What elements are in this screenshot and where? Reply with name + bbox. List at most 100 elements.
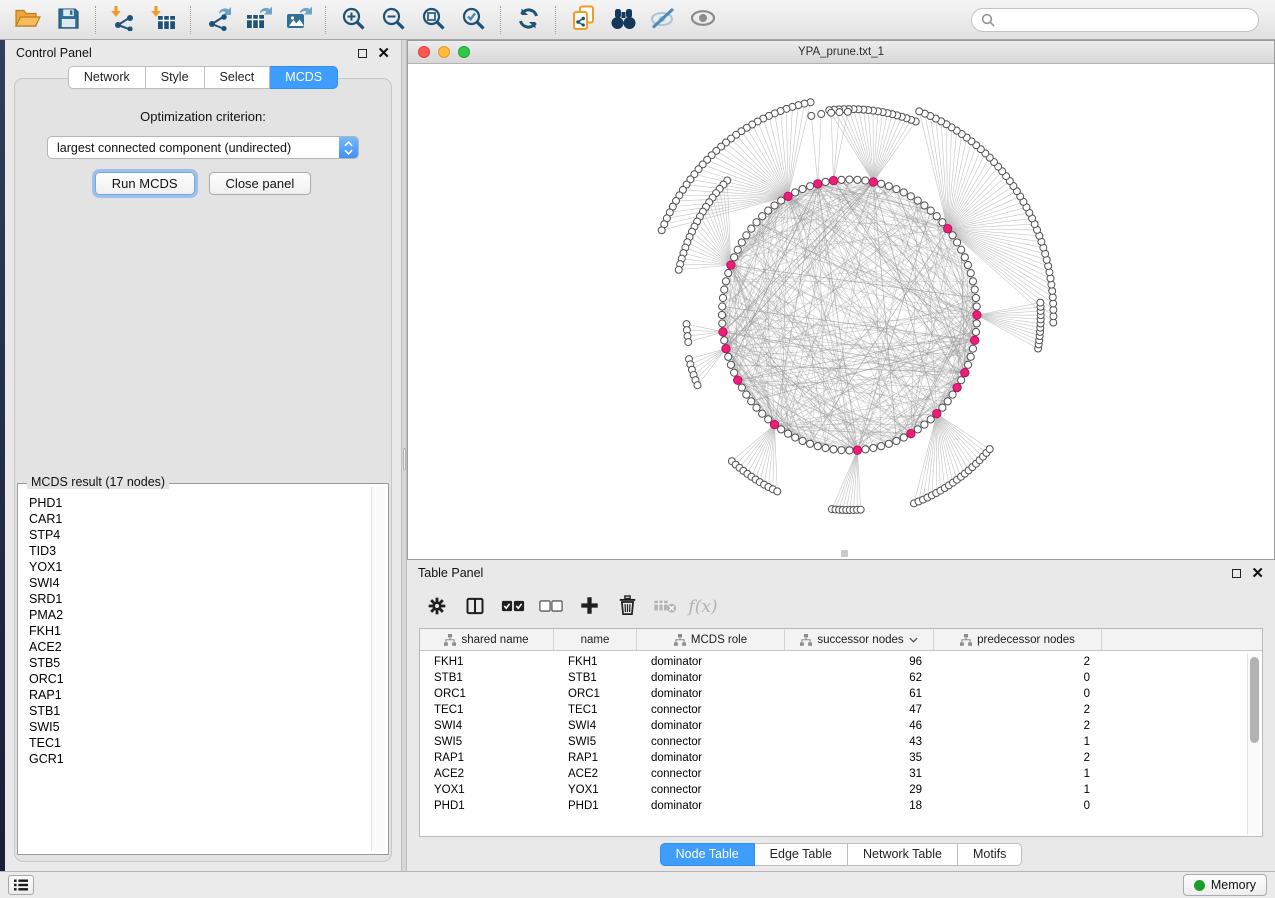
network-node[interactable] (748, 398, 755, 405)
network-node[interactable] (846, 176, 853, 183)
network-node[interactable] (893, 437, 900, 444)
network-node[interactable] (719, 320, 726, 327)
mcds-list-item[interactable]: STP4 (29, 527, 363, 543)
mcds-list-item[interactable]: STB5 (29, 655, 363, 671)
refresh-button[interactable] (508, 4, 548, 36)
network-node[interactable] (914, 426, 921, 433)
close-panel-button[interactable]: Close panel (209, 172, 312, 195)
mcds-hub-node[interactable] (973, 311, 981, 319)
zoom-out-button[interactable] (373, 4, 413, 36)
network-node[interactable] (725, 353, 732, 360)
network-node[interactable] (862, 177, 869, 184)
float-table-panel-icon[interactable] (1232, 569, 1241, 578)
table-row[interactable]: STB1STB1dominator620 (420, 670, 1262, 686)
network-node[interactable] (753, 219, 760, 226)
tab-select[interactable]: Select (205, 66, 271, 89)
network-node[interactable] (725, 270, 732, 277)
network-node[interactable] (846, 447, 853, 454)
network-node[interactable] (658, 227, 665, 234)
network-node[interactable] (933, 213, 940, 220)
network-node[interactable] (921, 202, 928, 209)
network-node[interactable] (964, 262, 971, 269)
network-node[interactable] (722, 278, 729, 285)
network-node[interactable] (748, 225, 755, 232)
network-node[interactable] (759, 213, 766, 220)
network-graph[interactable] (408, 64, 1274, 559)
network-node[interactable] (949, 391, 956, 398)
mcds-list-item[interactable]: CAR1 (29, 511, 363, 527)
network-node[interactable] (1037, 299, 1044, 306)
mcds-hub-node[interactable] (953, 383, 961, 391)
network-node[interactable] (972, 328, 979, 335)
mcds-hub-node[interactable] (719, 328, 727, 336)
tab-network-table[interactable]: Network Table (848, 843, 958, 866)
network-node[interactable] (765, 207, 772, 214)
network-node[interactable] (719, 303, 726, 310)
toggle-columns-button[interactable] (459, 592, 491, 622)
network-node[interactable] (822, 444, 829, 451)
criterion-select[interactable]: largest connected component (undirected) (47, 136, 359, 159)
network-node[interactable] (914, 197, 921, 204)
network-node[interactable] (738, 384, 745, 391)
column-header-successor-nodes[interactable]: successor nodes (785, 629, 934, 650)
mcds-hub-node[interactable] (944, 224, 952, 232)
hide-selected-button[interactable] (643, 4, 683, 36)
export-table-button[interactable] (238, 4, 278, 36)
network-node[interactable] (814, 443, 821, 450)
column-header-shared-name[interactable]: shared name (420, 629, 554, 650)
mcds-hub-node[interactable] (829, 176, 837, 184)
tab-edge-table[interactable]: Edge Table (755, 843, 848, 866)
mcds-list-item[interactable]: SRD1 (29, 591, 363, 607)
network-node[interactable] (727, 361, 734, 368)
network-node[interactable] (799, 185, 806, 192)
tab-node-table[interactable]: Node Table (660, 843, 755, 866)
column-header-name[interactable]: name (554, 629, 637, 650)
network-node[interactable] (958, 377, 965, 384)
network-node[interactable] (731, 369, 738, 376)
network-node[interactable] (753, 404, 760, 411)
network-node[interactable] (828, 109, 835, 116)
mcds-hub-node[interactable] (770, 420, 778, 428)
export-network-button[interactable] (198, 4, 238, 36)
column-header-predecessor-nodes[interactable]: predecessor nodes (934, 629, 1102, 650)
network-node[interactable] (806, 183, 813, 190)
table-scrollbar-thumb[interactable] (1250, 657, 1259, 743)
float-panel-icon[interactable] (358, 49, 367, 58)
network-node[interactable] (964, 361, 971, 368)
zoom-fit-button[interactable] (413, 4, 453, 36)
network-node[interactable] (857, 506, 864, 513)
network-node[interactable] (838, 447, 845, 454)
network-node[interactable] (854, 176, 861, 183)
network-node[interactable] (792, 434, 799, 441)
network-node[interactable] (721, 286, 728, 293)
network-node[interactable] (973, 320, 980, 327)
network-node[interactable] (718, 311, 725, 318)
show-all-button[interactable] (683, 4, 723, 36)
mcds-list-item[interactable]: ACE2 (29, 639, 363, 655)
mcds-hub-node[interactable] (722, 344, 730, 352)
network-node[interactable] (969, 345, 976, 352)
deselect-all-button[interactable] (535, 592, 567, 622)
tab-network[interactable]: Network (68, 66, 146, 89)
network-node[interactable] (973, 303, 980, 310)
import-network-button[interactable] (103, 4, 143, 36)
mcds-list-item[interactable]: ORC1 (29, 671, 363, 687)
network-node[interactable] (694, 382, 701, 389)
close-table-panel-icon[interactable]: ✕ (1251, 566, 1264, 581)
network-node[interactable] (969, 278, 976, 285)
mcds-hub-node[interactable] (814, 180, 822, 188)
mcds-list-item[interactable]: PHD1 (29, 495, 363, 511)
network-node[interactable] (808, 112, 815, 119)
mcds-list-item[interactable]: RAP1 (29, 687, 363, 703)
save-session-button[interactable] (48, 4, 88, 36)
network-node[interactable] (967, 270, 974, 277)
network-node[interactable] (743, 232, 750, 239)
network-node[interactable] (734, 246, 741, 253)
network-node[interactable] (792, 189, 799, 196)
table-row[interactable]: RAP1RAP1dominator352 (420, 750, 1262, 766)
network-node[interactable] (870, 444, 877, 451)
network-node[interactable] (759, 410, 766, 417)
network-node[interactable] (954, 239, 961, 246)
settings-gear-button[interactable] (421, 592, 453, 622)
network-node[interactable] (771, 202, 778, 209)
